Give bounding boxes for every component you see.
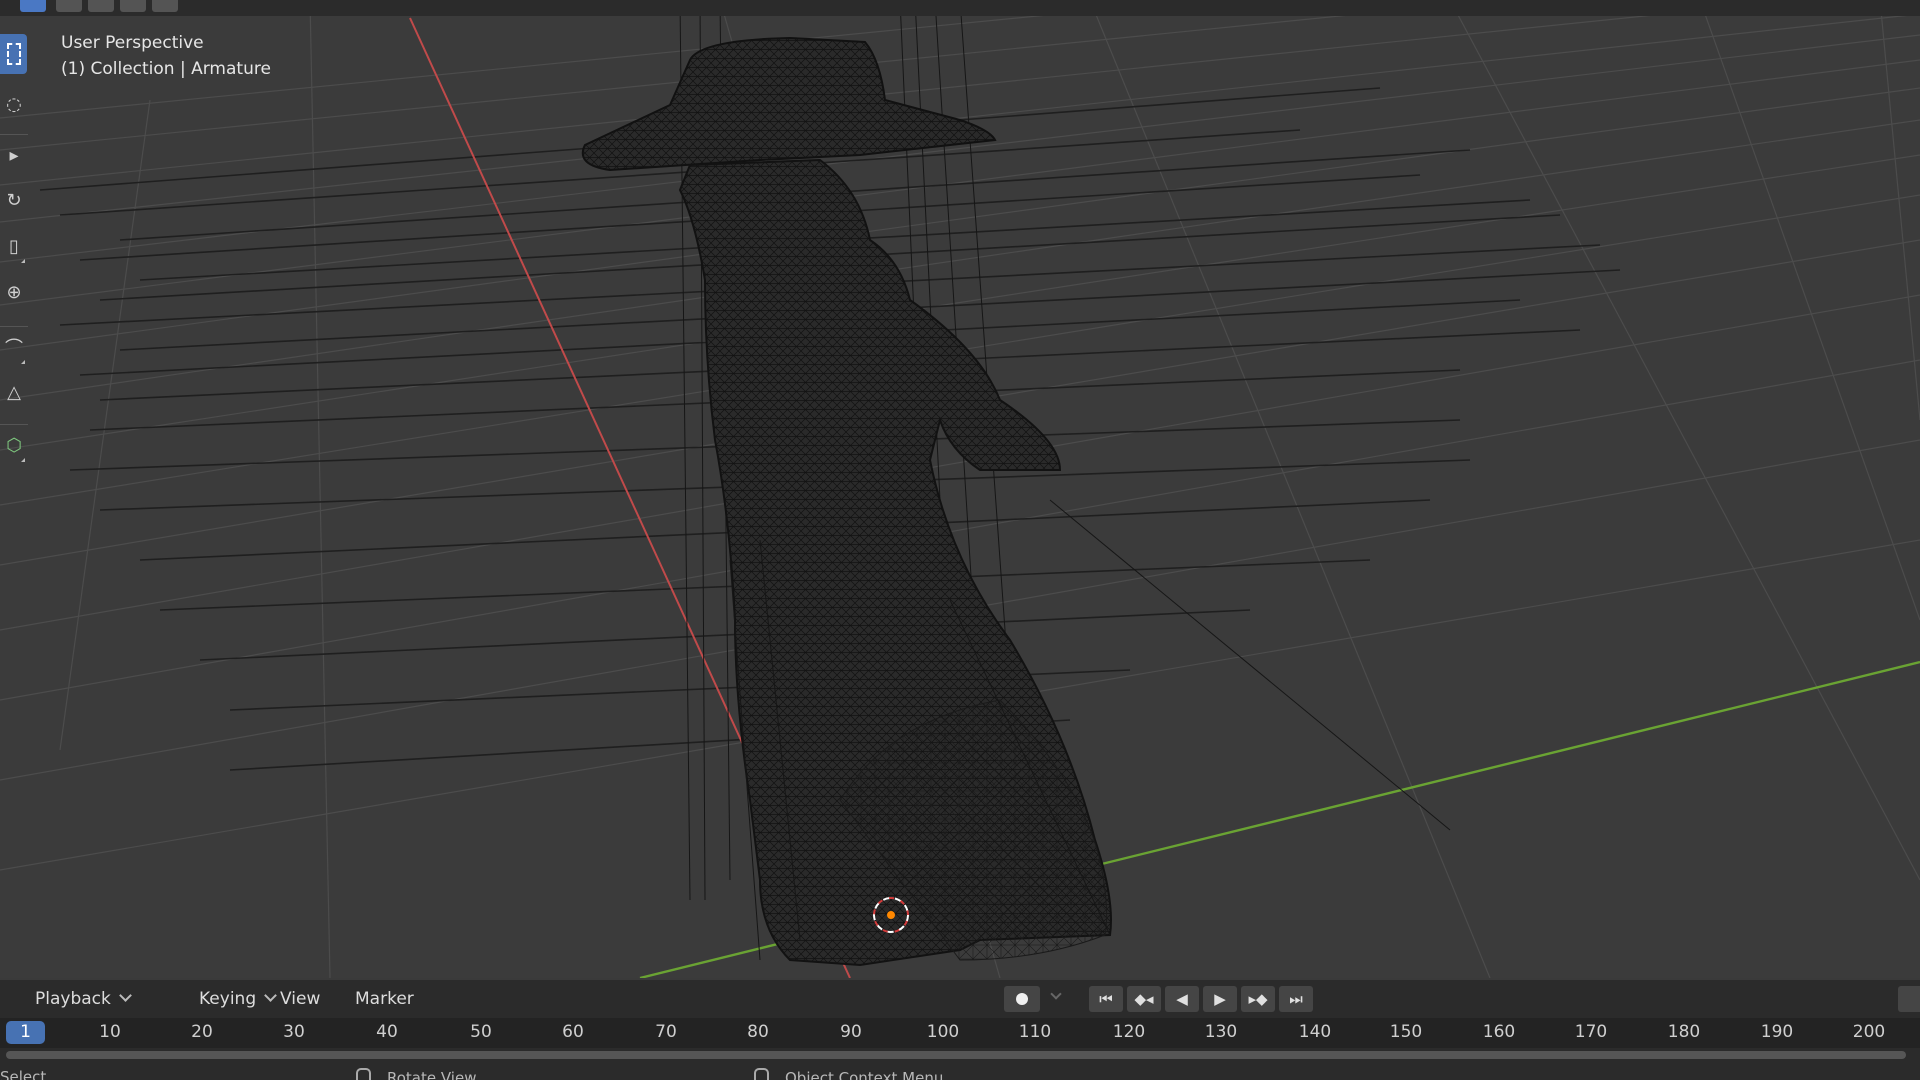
measure-icon: △: [7, 381, 21, 403]
frame-tick: 70: [655, 1022, 677, 1042]
viewport-header: [0, 0, 1920, 16]
chevron-down-icon[interactable]: [1050, 988, 1062, 1000]
frame-tick: 150: [1389, 1022, 1423, 1042]
add-cube-icon: ⬡: [6, 434, 22, 456]
timeline-scrollbar-thumb[interactable]: [6, 1051, 1906, 1059]
intersect-mode-button[interactable]: [152, 0, 178, 12]
frame-tick: 120: [1112, 1022, 1146, 1042]
view-menu[interactable]: View: [280, 989, 320, 1009]
marker-menu[interactable]: Marker: [355, 989, 414, 1009]
jump-to-previous-keyframe-button[interactable]: ◆◂: [1127, 986, 1161, 1012]
extend-mode-button[interactable]: [56, 0, 82, 12]
jump-to-end-button[interactable]: ⏭: [1279, 986, 1313, 1012]
scene-canvas[interactable]: [0, 0, 1920, 978]
jump-to-start-icon: ⏮: [1099, 990, 1113, 1008]
play-icon: ▶: [1214, 990, 1226, 1008]
jump-to-start-button[interactable]: ⏮: [1089, 986, 1123, 1012]
play-button[interactable]: ▶: [1203, 986, 1237, 1012]
select-box-tool[interactable]: [0, 34, 27, 74]
scale-tool[interactable]: ▯: [0, 226, 28, 266]
frame-tick: 50: [470, 1022, 492, 1042]
add-cube-tool[interactable]: ⬡: [0, 424, 28, 465]
status-rotate-label: Rotate View: [387, 1068, 477, 1080]
mouse-middle-icon: [356, 1068, 371, 1080]
frame-tick: 140: [1298, 1022, 1332, 1042]
auto-keying-button[interactable]: [1004, 986, 1040, 1012]
frame-tick: 30: [283, 1022, 305, 1042]
playback-menu-label: Playback: [35, 989, 111, 1009]
rotate-icon: ↻: [6, 189, 22, 211]
invert-mode-button[interactable]: [120, 0, 146, 12]
cursor-tool[interactable]: ◌: [0, 84, 28, 124]
3d-viewport[interactable]: User Perspective (1) Collection | Armatu…: [0, 0, 1920, 978]
timeline-settings-button[interactable]: [1898, 986, 1920, 1012]
status-bar: Select Rotate View Object Context Menu: [0, 1062, 1920, 1080]
frame-tick: 20: [191, 1022, 213, 1042]
perspective-label: User Perspective: [61, 33, 204, 53]
playback-menu[interactable]: Playback: [35, 989, 132, 1009]
next-keyframe-icon: ▸◆: [1248, 990, 1268, 1008]
frame-tick: 170: [1574, 1022, 1608, 1042]
subtract-mode-button[interactable]: [88, 0, 114, 12]
status-select-label: Select: [0, 1068, 47, 1080]
keying-menu-label: Keying: [199, 989, 257, 1009]
status-context-label: Object Context Menu: [785, 1068, 944, 1080]
jump-to-end-icon: ⏭: [1289, 990, 1303, 1008]
cursor-icon: ◌: [6, 93, 22, 115]
status-rotate-hint: Rotate View: [356, 1068, 476, 1080]
play-reverse-button[interactable]: ◀: [1165, 986, 1199, 1012]
timeline-scrollbar[interactable]: [0, 1048, 1920, 1062]
frame-ruler[interactable]: 1 10 20 30 40 50 60 70 80 90 100 110 120…: [0, 1018, 1920, 1048]
frame-tick: 200: [1852, 1022, 1886, 1042]
mouse-right-icon: [754, 1068, 769, 1080]
viewport-info-overlay: User Perspective (1) Collection | Armatu…: [61, 30, 271, 82]
frame-tick: 180: [1667, 1022, 1701, 1042]
move-icon: ▸: [9, 144, 19, 166]
frame-tick: 160: [1482, 1022, 1516, 1042]
chevron-down-icon: [264, 989, 277, 1002]
measure-tool[interactable]: △: [0, 372, 28, 412]
frame-tick: 100: [926, 1022, 960, 1042]
select-box-mode-button[interactable]: [20, 0, 46, 12]
status-select-hint: Select: [0, 1068, 46, 1080]
frame-tick: 110: [1018, 1022, 1052, 1042]
record-icon: [1016, 993, 1028, 1005]
frame-tick: 80: [747, 1022, 769, 1042]
move-tool[interactable]: ▸: [0, 134, 28, 175]
transform-tool[interactable]: ⊕: [0, 272, 28, 312]
annotate-icon: ⌒: [5, 338, 23, 359]
frame-tick: 190: [1760, 1022, 1794, 1042]
select-box-icon: [6, 43, 21, 65]
timeline-header: Playback Keying View Marker ⏮ ◆◂ ◀ ▶ ▸◆ …: [0, 980, 1920, 1018]
frame-tick: 90: [840, 1022, 862, 1042]
transform-icon: ⊕: [6, 281, 22, 303]
jump-to-next-keyframe-button[interactable]: ▸◆: [1241, 986, 1275, 1012]
annotate-tool[interactable]: ⌒: [0, 326, 28, 367]
frame-tick: 60: [562, 1022, 584, 1042]
status-context-hint: Object Context Menu: [754, 1068, 943, 1080]
current-frame-indicator[interactable]: 1: [6, 1021, 45, 1044]
play-reverse-icon: ◀: [1176, 990, 1188, 1008]
frame-tick: 40: [376, 1022, 398, 1042]
keying-menu[interactable]: Keying: [199, 989, 277, 1009]
character-wireframe-mesh: [581, 36, 1112, 967]
chevron-down-icon: [118, 989, 132, 1002]
collection-label: (1) Collection | Armature: [61, 59, 271, 79]
previous-keyframe-icon: ◆◂: [1134, 990, 1154, 1008]
frame-tick: 130: [1204, 1022, 1238, 1042]
frame-tick: 10: [99, 1022, 121, 1042]
rotate-tool[interactable]: ↻: [0, 180, 28, 220]
scale-icon: ▯: [9, 235, 19, 257]
